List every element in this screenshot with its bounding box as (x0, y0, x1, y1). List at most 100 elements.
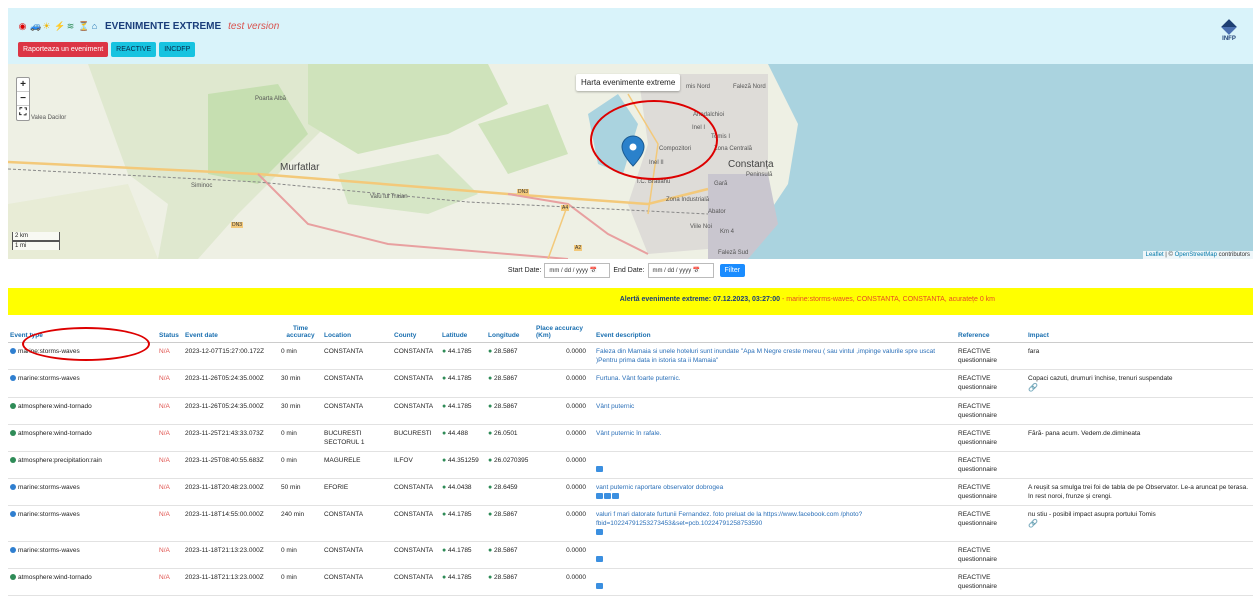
image-icon[interactable] (596, 465, 603, 472)
col-place-accuracy[interactable]: Place accuracy (Km) (534, 316, 594, 343)
table-row[interactable]: atmosphere:precipitation:rain N/A 2023-11-… (8, 451, 1253, 479)
calendar-icon[interactable]: 📅 (693, 268, 700, 274)
cell-latitude[interactable]: ● 44.1785 (440, 568, 486, 596)
image-icon[interactable] (596, 492, 603, 499)
table-row[interactable]: atmosphere:wind-tornado N/A 2023-11-26T05:… (8, 397, 1253, 425)
logo-text: INFP (1222, 36, 1236, 42)
pin-icon: ● (442, 546, 447, 554)
alert-banner: Alertă evenimente extreme: 07.12.2023, 0… (8, 288, 1253, 315)
zoom-in-button[interactable]: + (17, 78, 29, 92)
cell-county: CONSTANTA (392, 541, 440, 569)
cell-longitude[interactable]: ● 26.0270395 (486, 451, 534, 479)
cell-county: ILFOV (392, 451, 440, 479)
cell-description[interactable]: valuri f mari datorate furtunii Fernande… (594, 505, 956, 542)
leaflet-link[interactable]: Leaflet (1146, 252, 1164, 258)
cell-reference: REACTIVE questionnaire (956, 397, 1026, 425)
zoom-out-button[interactable]: − (17, 92, 29, 106)
cell-latitude[interactable]: ● 44.0438 (440, 478, 486, 506)
table-row[interactable]: atmosphere:wind-tornado N/A 2023-11-18T21:… (8, 568, 1253, 596)
place-siminoc: Siminoc (191, 183, 213, 189)
cell-time-accuracy: 0 min (279, 541, 322, 569)
app-subtitle: test version (228, 21, 280, 32)
image-icon[interactable] (596, 528, 603, 535)
col-county[interactable]: County (392, 316, 440, 343)
infp-logo[interactable]: INFP (1217, 19, 1241, 42)
map-attribution: Leaflet | © OpenStreetMap contributors (1142, 251, 1253, 259)
incdfp-button[interactable]: INCDFP (159, 42, 196, 57)
col-event-date[interactable]: Event date (183, 316, 279, 343)
end-date-value: mm / dd / yyyy (652, 268, 692, 274)
cell-latitude[interactable]: ● 44.1785 (440, 342, 486, 370)
fullscreen-button[interactable]: ⛶ (17, 106, 29, 120)
cell-longitude[interactable]: ● 28.6459 (486, 478, 534, 506)
cell-county: BUCURESTI (392, 424, 440, 452)
image-icon[interactable] (612, 492, 619, 499)
image-icon[interactable] (604, 492, 611, 499)
cell-status: N/A (157, 397, 183, 425)
cell-event-date: 2023-11-26T05:24:35.000Z (183, 397, 279, 425)
col-event-type[interactable]: Event type (8, 316, 157, 343)
pin-icon: ● (488, 456, 493, 464)
col-description[interactable]: Event description (594, 316, 956, 343)
cell-place-accuracy: 0.0000 (534, 369, 594, 398)
cell-event-date: 2023-11-18T21:13:23.000Z (183, 541, 279, 569)
reactive-button[interactable]: REACTIVE (111, 42, 157, 57)
cell-longitude[interactable]: ● 26.0501 (486, 424, 534, 452)
end-date-input[interactable]: mm / dd / yyyy 📅 (647, 263, 714, 278)
cell-latitude[interactable]: ● 44.488 (440, 424, 486, 452)
col-latitude[interactable]: Latitude (440, 316, 486, 343)
cell-latitude[interactable]: ● 44.1785 (440, 369, 486, 398)
table-row[interactable]: marine:storms-waves N/A 2023-12-07T15:27:0… (8, 342, 1253, 370)
link-icon[interactable]: 🔗 (1028, 519, 1038, 528)
image-icon[interactable] (596, 555, 603, 562)
cell-latitude[interactable]: ● 44.1785 (440, 505, 486, 542)
place-tomis-1: Tomis I (711, 134, 731, 140)
map[interactable]: Valea Dacilor Poarta Albă Siminoc Murfat… (8, 64, 1253, 259)
cell-longitude[interactable]: ● 28.5867 (486, 342, 534, 370)
cell-description[interactable]: Furtuna. Vânt foarte puternic. (594, 369, 956, 398)
cell-location: CONSTANTA (322, 342, 392, 370)
cell-latitude[interactable]: ● 44.351259 (440, 451, 486, 479)
report-event-button[interactable]: Raporteaza un eveniment (18, 42, 109, 57)
cell-description[interactable] (594, 451, 956, 479)
col-reference[interactable]: Reference (956, 316, 1026, 343)
cell-description[interactable]: Vânt puternic în rafale. (594, 424, 956, 452)
pin-icon: ● (488, 429, 493, 437)
link-icon[interactable]: 🔗 (1028, 383, 1038, 392)
cell-latitude[interactable]: ● 44.1785 (440, 397, 486, 425)
table-row[interactable]: marine:storms-waves N/A 2023-11-18T20:48:2… (8, 478, 1253, 506)
col-longitude[interactable]: Longitude (486, 316, 534, 343)
cell-latitude[interactable]: ● 44.1785 (440, 541, 486, 569)
cell-description[interactable] (594, 541, 956, 569)
table-row[interactable]: marine:storms-waves N/A 2023-11-18T14:55:0… (8, 505, 1253, 542)
cell-description[interactable] (594, 568, 956, 596)
cell-reference: REACTIVE questionnaire (956, 505, 1026, 542)
image-icon[interactable] (596, 582, 603, 589)
osm-link[interactable]: OpenStreetMap (1175, 252, 1217, 258)
cell-description[interactable]: Vânt puternic (594, 397, 956, 425)
start-date-input[interactable]: mm / dd / yyyy 📅 (544, 263, 611, 278)
cell-longitude[interactable]: ● 28.5867 (486, 568, 534, 596)
events-table: Event type Status Event date Time accura… (8, 316, 1253, 596)
cell-description[interactable]: vant puternic raportare observator dobro… (594, 478, 956, 506)
col-time-accuracy[interactable]: Time accuracy (279, 316, 322, 343)
col-status[interactable]: Status (157, 316, 183, 343)
col-impact[interactable]: Impact (1026, 316, 1253, 343)
table-row[interactable]: marine:storms-waves N/A 2023-11-18T21:13:2… (8, 541, 1253, 569)
cell-longitude[interactable]: ● 28.5867 (486, 505, 534, 542)
cell-impact: Fără- pana acum. Vedem.de.dimineata (1026, 424, 1253, 452)
filter-button[interactable]: Filter (719, 264, 746, 277)
cell-longitude[interactable]: ● 28.5867 (486, 541, 534, 569)
table-row[interactable]: marine:storms-waves N/A 2023-11-26T05:24:3… (8, 369, 1253, 398)
cell-longitude[interactable]: ● 28.5867 (486, 369, 534, 398)
lightning-icon: ⚡ (54, 21, 66, 31)
cell-location: CONSTANTA (322, 369, 392, 398)
cell-description[interactable]: Faleza din Mamaia si unele hoteluri sunt… (594, 342, 956, 370)
cell-longitude[interactable]: ● 28.5867 (486, 397, 534, 425)
alert-text[interactable]: Alertă evenimente extreme: 07.12.2023, 0… (620, 296, 995, 303)
snow-icon: ⏳ (78, 21, 90, 31)
col-location[interactable]: Location (322, 316, 392, 343)
table-row[interactable]: atmosphere:wind-tornado N/A 2023-11-25T21:… (8, 424, 1253, 452)
calendar-icon[interactable]: 📅 (590, 268, 597, 274)
map-scale: 2 km 1 mi (12, 232, 60, 250)
